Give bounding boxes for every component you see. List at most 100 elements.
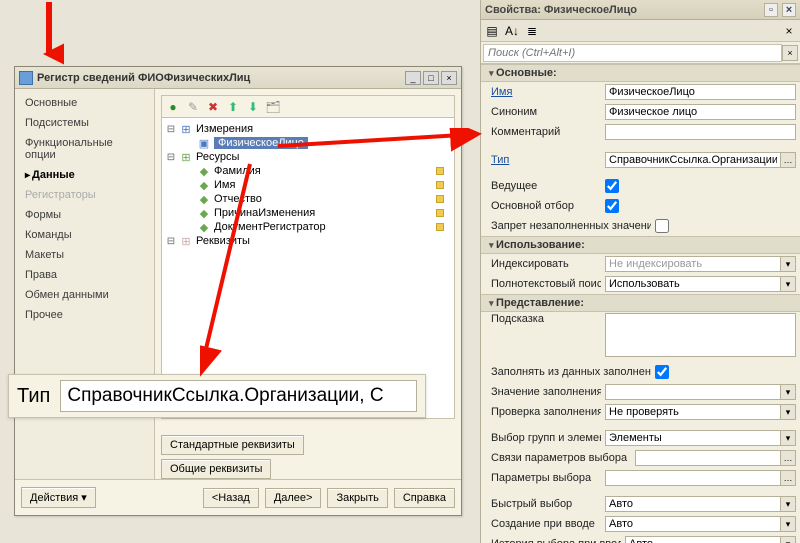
prop-createoninput-select[interactable] [605,516,780,532]
prop-groups-select[interactable] [605,430,780,446]
dropdown-icon[interactable]: ▾ [780,430,796,446]
prop-history-label: История выбора при вводе [491,538,621,543]
toggle-icon[interactable]: ⊟ [166,236,176,247]
tree-item-reason[interactable]: ПричинаИзменения [214,207,315,219]
prop-synonym-input[interactable] [605,104,796,120]
section-use[interactable]: Использование: [481,236,800,254]
edit-icon[interactable]: ✎ [186,100,200,114]
prop-mainfilter-label: Основной отбор [491,200,601,212]
section-main[interactable]: Основные: [481,64,800,82]
wizard-footer: Действия ▾ <Назад Далее> Закрыть Справка [15,479,461,515]
prop-denyempty-label: Запрет незаполненных значений [491,220,651,232]
up-icon[interactable]: ⬆ [226,100,240,114]
prop-denyempty-checkbox[interactable] [655,219,669,233]
toggle-icon[interactable]: ⊟ [166,124,176,135]
prop-createoninput-label: Создание при вводе [491,518,601,530]
tree-item-docreg[interactable]: ДокументРегистратор [214,221,326,233]
tree-item-surname[interactable]: Фамилия [214,165,261,177]
prop-index-select[interactable] [605,256,780,272]
prop-index-label: Индексировать [491,258,601,270]
close-properties-button[interactable]: × [782,3,796,17]
pin-icon[interactable]: ▫ [764,3,778,17]
close-button[interactable]: Закрыть [327,488,387,508]
dropdown-icon[interactable]: ▾ [780,404,796,420]
prop-fulltext-select[interactable] [605,276,780,292]
standard-requisites-button[interactable]: Стандартные реквизиты [161,435,304,455]
common-requisites-button[interactable]: Общие реквизиты [161,459,271,479]
prop-name-label[interactable]: Имя [491,86,601,98]
back-button[interactable]: <Назад [203,488,259,508]
properties-search-input[interactable] [483,44,782,62]
prop-fillfromdata-checkbox[interactable] [655,365,669,379]
clear-search-icon[interactable]: × [782,24,796,38]
dropdown-icon[interactable]: ▾ [780,384,796,400]
tree-dimensions[interactable]: Измерения [196,123,253,135]
prop-name-input[interactable] [605,84,796,100]
prop-leading-checkbox[interactable] [605,179,619,193]
sidebar-item-main[interactable]: Основные [15,93,154,113]
dropdown-icon[interactable]: ▾ [780,256,796,272]
cat-icon[interactable]: ▤ [485,24,499,38]
down-icon[interactable]: ⬇ [246,100,260,114]
tree-attributes[interactable]: Реквизиты [196,235,250,247]
prop-comment-input[interactable] [605,124,796,140]
prop-fillcheck-select[interactable] [605,404,780,420]
prop-params-input[interactable] [605,470,780,486]
sidebar-item-funcopts[interactable]: Функциональные опции [15,133,154,165]
tree-toolbar: ● ✎ ✖ ⬆ ⬇ 🗂 [162,96,454,118]
prop-fillvalue-input[interactable] [605,384,780,400]
maximize-button[interactable]: □ [423,71,439,85]
properties-titlebar[interactable]: Свойства: ФизическоеЛицо ▫ × [481,0,800,20]
prop-paramlinks-input[interactable] [635,450,780,466]
alpha-icon[interactable]: A↓ [505,24,519,38]
section-presentation[interactable]: Представление: [481,294,800,312]
prop-history-select[interactable] [625,536,780,543]
prop-mainfilter-checkbox[interactable] [605,199,619,213]
dropdown-icon[interactable]: ▾ [780,536,796,543]
resource-icon: ◆ [198,207,210,219]
tree-resources[interactable]: Ресурсы [196,151,239,163]
sort-icon[interactable]: 🗂 [266,100,280,114]
sidebar-item-forms[interactable]: Формы [15,205,154,225]
sidebar-item-layouts[interactable]: Макеты [15,245,154,265]
close-window-button[interactable]: × [441,71,457,85]
prop-hint-label: Подсказка [491,313,601,325]
clear-search-button[interactable]: × [782,45,798,61]
marker-icon [436,223,444,231]
sidebar-item-subsystems[interactable]: Подсистемы [15,113,154,133]
window-titlebar[interactable]: Регистр сведений ФИОФизическихЛиц _ □ × [15,67,461,89]
prop-hint-textarea[interactable] [605,313,796,357]
properties-title: Свойства: ФизическоеЛицо [485,4,637,16]
list-icon[interactable]: ≣ [525,24,539,38]
window-title: Регистр сведений ФИОФизическихЛиц [37,72,401,84]
delete-icon[interactable]: ✖ [206,100,220,114]
dropdown-icon[interactable]: ▾ [780,496,796,512]
tree-item-physperson[interactable]: ФизическоеЛицо [214,137,308,149]
sidebar-item-rights[interactable]: Права [15,265,154,285]
help-button[interactable]: Справка [394,488,455,508]
prop-fillfromdata-label: Заполнять из данных заполнения [491,366,651,378]
resources-icon: ⊞ [180,151,192,163]
minimize-button[interactable]: _ [405,71,421,85]
sidebar-item-data[interactable]: Данные [15,165,154,185]
sidebar-item-exchange[interactable]: Обмен данными [15,285,154,305]
type-picker-button[interactable]: … [780,152,796,168]
add-icon[interactable]: ● [166,100,180,114]
dropdown-icon[interactable]: ▾ [780,276,796,292]
sidebar-item-other[interactable]: Прочее [15,305,154,325]
properties-toolbar: ▤ A↓ ≣ × [481,20,800,42]
next-button[interactable]: Далее> [265,488,322,508]
toggle-icon[interactable]: ⊟ [166,152,176,163]
prop-groups-label: Выбор групп и элементов [491,432,601,444]
metadata-tree[interactable]: ⊟⊞Измерения ▣ФизическоеЛицо ⊟⊞Ресурсы ◆Ф… [162,118,454,418]
tree-item-name[interactable]: Имя [214,179,235,191]
picker-button[interactable]: … [780,450,796,466]
sidebar-item-commands[interactable]: Команды [15,225,154,245]
picker-button[interactable]: … [780,470,796,486]
dropdown-icon[interactable]: ▾ [780,516,796,532]
prop-type-input[interactable] [605,152,780,168]
prop-type-label[interactable]: Тип [491,154,601,166]
prop-quick-select[interactable] [605,496,780,512]
tree-item-patronymic[interactable]: Отчество [214,193,262,205]
actions-button[interactable]: Действия ▾ [21,487,96,508]
